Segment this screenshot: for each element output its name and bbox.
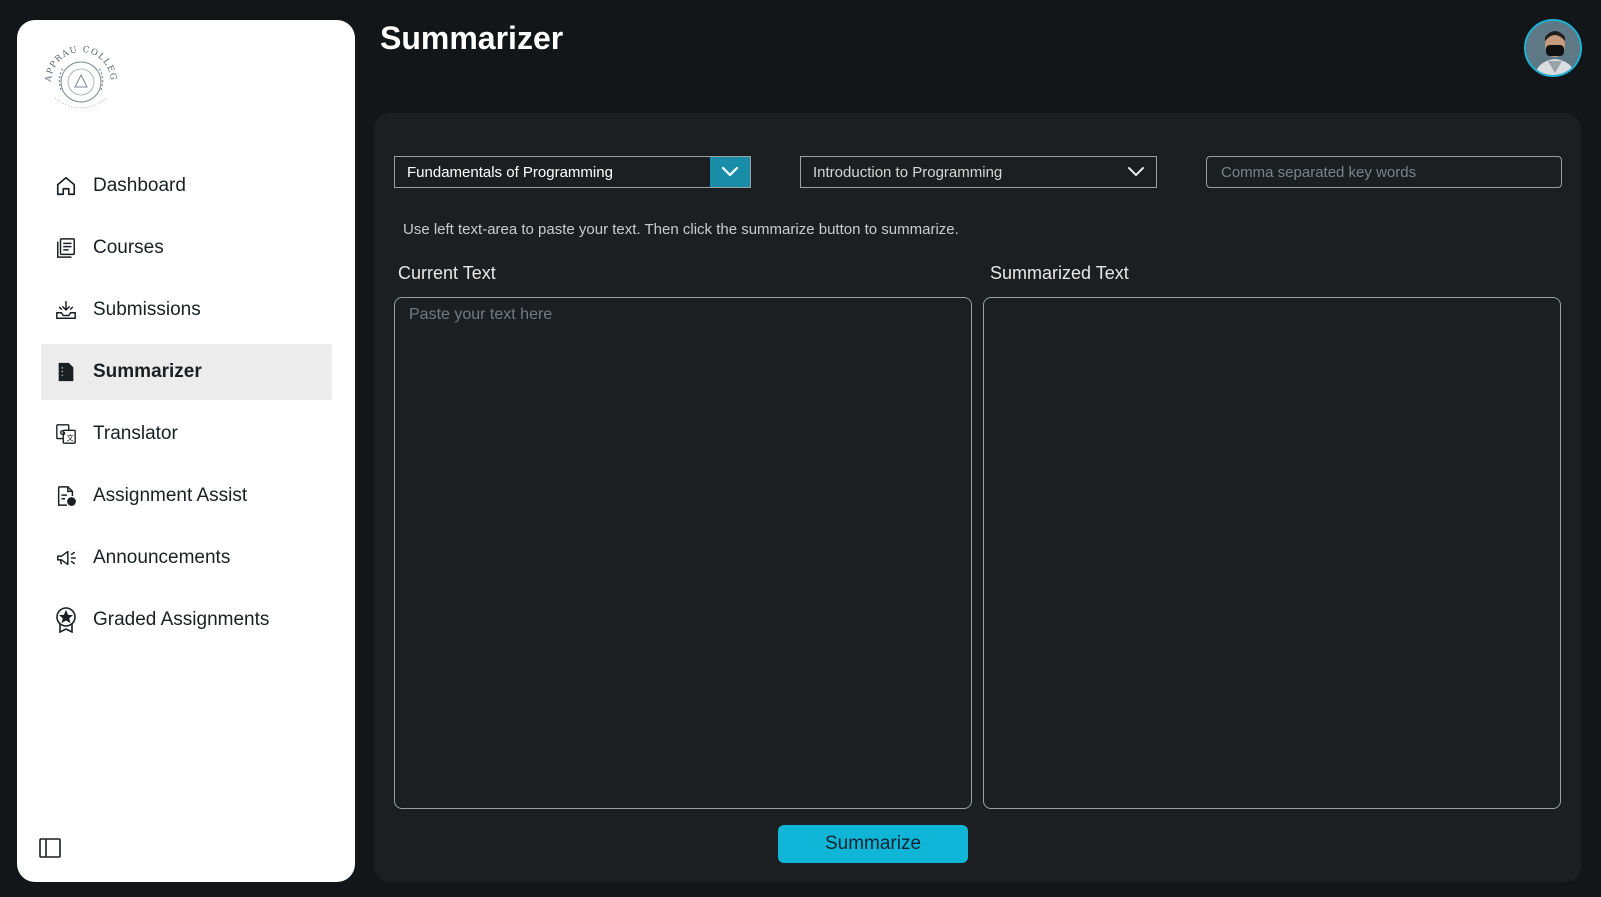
current-text-area[interactable] xyxy=(394,297,972,809)
sidebar-item-label: Summarizer xyxy=(93,361,202,382)
instructions-text: Use left text-area to paste your text. T… xyxy=(403,221,959,238)
summarize-button[interactable]: Summarize xyxy=(778,825,968,863)
app-root: APPRAU COLLEGE Dashboard Courses xyxy=(0,0,1601,897)
summarized-text-label: Summarized Text xyxy=(990,263,1129,283)
college-logo: APPRAU COLLEGE xyxy=(33,31,125,126)
sidebar-item-courses[interactable]: Courses xyxy=(41,220,332,276)
translator-icon: G文 xyxy=(53,421,79,447)
page-title: Summarizer xyxy=(380,20,564,56)
keywords-input[interactable] xyxy=(1206,156,1562,188)
sidebar: APPRAU COLLEGE Dashboard Courses xyxy=(17,20,355,882)
sidebar-item-label: Assignment Assist xyxy=(93,485,248,506)
sidebar-item-label: Graded Assignments xyxy=(93,609,270,630)
sidebar-item-label: Announcements xyxy=(93,547,231,568)
avatar[interactable] xyxy=(1524,19,1582,77)
course-select[interactable]: Fundamentals of Programming xyxy=(394,156,751,188)
summarizer-icon xyxy=(53,359,79,385)
sidebar-item-label: Courses xyxy=(93,237,164,258)
megaphone-icon xyxy=(53,545,79,571)
sidebar-item-dashboard[interactable]: Dashboard xyxy=(41,158,332,214)
assignment-assist-icon xyxy=(53,483,79,509)
sidebar-item-submissions[interactable]: Submissions xyxy=(41,282,332,338)
badge-icon xyxy=(53,607,79,633)
sidebar-nav: Dashboard Courses Submissions Summarizer xyxy=(41,158,332,654)
sidebar-item-label: Submissions xyxy=(93,299,201,320)
svg-text:文: 文 xyxy=(66,433,74,442)
svg-text:APPRAU COLLEGE: APPRAU COLLEGE xyxy=(37,38,118,83)
home-icon xyxy=(53,173,79,199)
summarized-text-area[interactable] xyxy=(983,297,1561,809)
course-select-value: Fundamentals of Programming xyxy=(407,163,613,181)
topic-select[interactable]: Introduction to Programming xyxy=(800,156,1157,188)
current-text-label: Current Text xyxy=(398,263,496,283)
sidebar-item-translator[interactable]: G文 Translator xyxy=(41,406,332,462)
chevron-down-icon[interactable] xyxy=(710,157,750,187)
sidebar-item-label: Translator xyxy=(93,423,178,444)
summarizer-panel: Fundamentals of Programming Introduction… xyxy=(374,113,1581,882)
sidebar-item-assignment-assist[interactable]: Assignment Assist xyxy=(41,468,332,524)
topic-select-value: Introduction to Programming xyxy=(813,163,1003,181)
chevron-down-icon[interactable] xyxy=(1116,157,1156,187)
sidebar-item-summarizer[interactable]: Summarizer xyxy=(41,344,332,400)
sidebar-item-announcements[interactable]: Announcements xyxy=(41,530,332,586)
sidebar-item-graded-assignments[interactable]: Graded Assignments xyxy=(41,592,332,648)
sidebar-item-label: Dashboard xyxy=(93,175,186,196)
sidebar-toggle-icon[interactable] xyxy=(39,838,63,862)
svg-text:G: G xyxy=(60,428,66,437)
courses-icon xyxy=(53,235,79,261)
submissions-icon xyxy=(53,297,79,323)
